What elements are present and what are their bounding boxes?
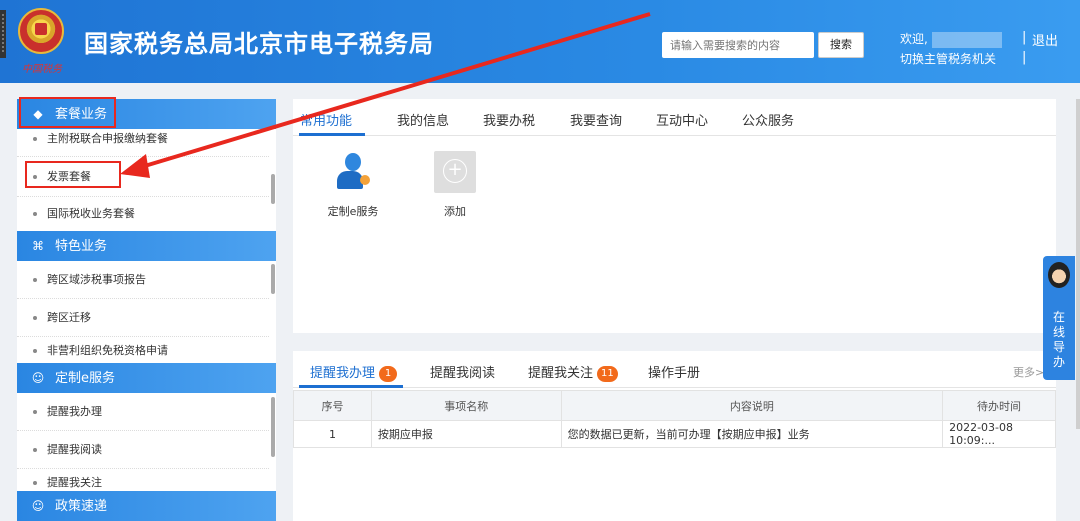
- user-icon: ☺: [31, 371, 45, 385]
- tab-label: 提醒我办理: [310, 366, 376, 381]
- page-scrollbar[interactable]: [1076, 99, 1080, 429]
- window-grip: [0, 10, 6, 58]
- sidebar-item-label: 非营利组织免税资格申请: [47, 344, 168, 357]
- seal-text: 中国税务: [22, 64, 62, 75]
- sidebar-group-custom-service[interactable]: ☺ 定制e服务: [17, 363, 276, 393]
- sidebar-scrollbar[interactable]: [271, 397, 275, 457]
- bullet-icon: [33, 481, 37, 485]
- bullet-icon: [33, 410, 37, 414]
- tab-public-service[interactable]: 公众服务: [742, 110, 794, 129]
- tab-remind-handle[interactable]: 提醒我办理 1: [310, 362, 398, 382]
- sidebar-item-remind-follow[interactable]: 提醒我关注: [17, 469, 269, 491]
- function-custom-eservice[interactable]: 定制e服务: [313, 151, 393, 219]
- sidebar-item-remind-handle[interactable]: 提醒我办理: [17, 393, 269, 431]
- welcome-text: 欢迎,: [900, 30, 1002, 48]
- site-title: 国家税务总局北京市电子税务局: [84, 30, 434, 58]
- person-service-icon: [332, 151, 374, 193]
- function-label: 添加: [444, 205, 466, 218]
- highlight-box-invoice: [25, 161, 121, 188]
- sidebar-scrollbar[interactable]: [271, 174, 275, 204]
- active-tab-indicator: [299, 133, 365, 136]
- reminder-tabs: 提醒我办理 1 提醒我阅读 提醒我关注 11 操作手册 更多>: [293, 351, 1056, 388]
- column-header-time: 待办时间: [942, 390, 1056, 421]
- sidebar-item-nonprofit-exemption[interactable]: 非营利组织免税资格申请: [17, 337, 269, 363]
- function-add[interactable]: 添加: [415, 151, 495, 219]
- header-bar: 中国税务 国家税务总局北京市电子税务局 搜索 欢迎, 切换主管税务机关 | | …: [0, 0, 1080, 83]
- search-input[interactable]: [662, 32, 814, 58]
- bullet-icon: [33, 349, 37, 353]
- username-mask: [931, 31, 1002, 48]
- sidebar-item-international-tax[interactable]: 国际税收业务套餐: [17, 197, 269, 231]
- tab-remind-follow[interactable]: 提醒我关注 11: [528, 362, 618, 382]
- sidebar-item-label: 国际税收业务套餐: [47, 207, 135, 220]
- reminders-panel: 提醒我办理 1 提醒我阅读 提醒我关注 11 操作手册 更多> 序号 事项名称 内容…: [293, 351, 1056, 521]
- assistant-avatar-icon: [1048, 262, 1070, 288]
- sidebar-item-label: 提醒我关注: [47, 476, 102, 489]
- cell-description: 您的数据已更新，当前可办理【按期应申报】业务: [560, 420, 944, 448]
- function-label: 定制e服务: [327, 205, 379, 218]
- sidebar-item-label: 跨区域涉税事项报告: [47, 273, 146, 286]
- separator: |: [1022, 30, 1027, 45]
- switch-org-link[interactable]: 切换主管税务机关: [900, 50, 996, 67]
- logout-link[interactable]: 退出: [1032, 30, 1058, 49]
- add-icon: [434, 151, 476, 193]
- common-functions-panel: 常用功能 我的信息 我要办税 我要查询 互动中心 公众服务 定制e服务 添加: [293, 99, 1056, 333]
- grid-icon: ⌘: [32, 239, 44, 253]
- sidebar-group-special[interactable]: ⌘ 特色业务: [17, 231, 276, 261]
- tab-my-info[interactable]: 我的信息: [397, 110, 449, 129]
- tab-common-functions[interactable]: 常用功能: [300, 110, 352, 129]
- bullet-icon: [33, 212, 37, 216]
- tab-remind-read[interactable]: 提醒我阅读: [430, 362, 495, 381]
- sidebar-scrollbar[interactable]: [271, 264, 275, 294]
- todo-table: 序号 事项名称 内容说明 待办时间 1 按期应申报 您的数据已更新，当前可办理【…: [293, 390, 1056, 448]
- separator: |: [1022, 50, 1027, 65]
- online-guide-button[interactable]: 在线导办: [1043, 256, 1075, 380]
- bullet-icon: [33, 316, 37, 320]
- count-badge: 11: [597, 366, 618, 382]
- sidebar-item-label: 跨区迁移: [47, 311, 91, 324]
- sidebar-group-label: 定制e服务: [55, 371, 115, 386]
- sidebar-item-label: 主附税联合申报缴纳套餐: [47, 132, 168, 145]
- table-row[interactable]: 1 按期应申报 您的数据已更新，当前可办理【按期应申报】业务 2022-03-0…: [293, 420, 1056, 448]
- tab-label: 提醒我关注: [528, 366, 594, 381]
- online-guide-label: 在线导办: [1052, 310, 1065, 369]
- tax-emblem-logo: [18, 8, 64, 54]
- active-tab-indicator: [299, 385, 403, 388]
- tab-interaction[interactable]: 互动中心: [656, 110, 708, 129]
- tab-tax-handling[interactable]: 我要办税: [483, 110, 535, 129]
- cell-time: 2022-03-08 10:09:...: [942, 420, 1056, 448]
- cell-item-name[interactable]: 按期应申报: [370, 420, 562, 448]
- sidebar-item-cross-region-report[interactable]: 跨区域涉税事项报告: [17, 261, 269, 299]
- more-link[interactable]: 更多>: [1013, 364, 1044, 380]
- count-badge: 1: [379, 366, 398, 382]
- tab-operation-manual[interactable]: 操作手册: [648, 362, 700, 381]
- bullet-icon: [33, 448, 37, 452]
- user-icon: ☺: [31, 499, 45, 513]
- highlight-box-package: [19, 97, 116, 128]
- sidebar-group-label: 政策速递: [55, 499, 108, 514]
- sidebar-item-remind-read[interactable]: 提醒我阅读: [17, 431, 269, 469]
- bullet-icon: [33, 137, 37, 141]
- bullet-icon: [33, 278, 37, 282]
- cell-index: 1: [293, 420, 372, 448]
- column-header-description: 内容说明: [560, 390, 944, 421]
- tab-query[interactable]: 我要查询: [570, 110, 622, 129]
- sidebar-item-cross-region-migration[interactable]: 跨区迁移: [17, 299, 269, 337]
- sidebar-group-label: 特色业务: [55, 239, 108, 254]
- sidebar-group-policy[interactable]: ☺ 政策速递: [17, 491, 276, 521]
- column-header-index: 序号: [293, 390, 372, 421]
- table-header-row: 序号 事项名称 内容说明 待办时间: [293, 390, 1056, 421]
- column-header-item: 事项名称: [370, 390, 562, 421]
- search-button[interactable]: 搜索: [818, 32, 864, 58]
- sidebar-item-label: 提醒我办理: [47, 405, 102, 418]
- welcome-label: 欢迎,: [900, 32, 928, 46]
- sidebar-item-label: 提醒我阅读: [47, 443, 102, 456]
- main-tabs: 常用功能 我的信息 我要办税 我要查询 互动中心 公众服务: [293, 99, 1056, 136]
